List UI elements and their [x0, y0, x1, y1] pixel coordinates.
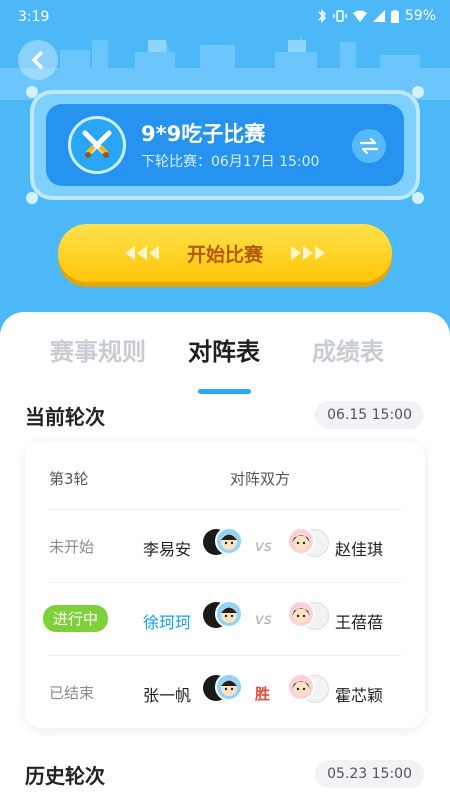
player1-avatar	[203, 527, 243, 557]
signal-icon	[372, 10, 385, 22]
match-result: vs	[255, 537, 272, 555]
player2-name: 王蓓蓓	[335, 613, 384, 632]
match-row[interactable]: 未开始 李易安 vs 赵佳琪	[49, 509, 401, 582]
history-round-title: 历史轮次	[25, 764, 105, 788]
player1-avatar	[203, 600, 243, 630]
status-icons: 59%	[317, 8, 436, 24]
vibrate-icon	[333, 10, 347, 22]
player2-name: 赵佳琪	[335, 540, 384, 559]
battery-level: 59%	[404, 8, 436, 24]
header-banner: 3:19 59% 9*9吃子比赛 下轮比赛：06月17日 15:00 开始比赛	[0, 0, 450, 335]
start-match-label: 开始比赛	[186, 243, 263, 266]
swap-arrows-icon	[359, 137, 379, 155]
match-row[interactable]: 进行中 徐珂珂 vs 王蓓蓓	[43, 582, 401, 655]
game-info-panel: 9*9吃子比赛 下轮比赛：06月17日 15:00	[46, 104, 404, 186]
switch-game-button[interactable]	[352, 129, 386, 163]
history-round-date: 05.23 15:00	[315, 760, 424, 788]
player1-name: 张一帆	[143, 686, 192, 705]
tab-bracket[interactable]: 对阵表	[188, 332, 260, 367]
tab-rules[interactable]: 赛事规则	[50, 332, 146, 367]
match-row[interactable]: 已结束 张一帆 胜 霍芯颖	[49, 655, 401, 728]
player2-name: 霍芯颖	[335, 686, 384, 705]
match-status-live-badge: 进行中	[43, 605, 109, 632]
back-button[interactable]	[18, 40, 58, 80]
current-round-date: 06.15 15:00	[315, 401, 424, 429]
card-corner-rivet	[26, 86, 38, 98]
pairs-header: 对阵双方	[230, 470, 291, 488]
left-arrows-icon	[124, 246, 159, 260]
status-time: 3:19	[18, 9, 50, 25]
crossed-swords-icon	[68, 116, 126, 174]
active-tab-indicator	[198, 389, 251, 394]
status-bar: 3:19 59%	[0, 0, 450, 34]
player1-avatar	[203, 673, 243, 703]
start-match-button[interactable]: 开始比赛	[58, 224, 392, 282]
battery-icon	[390, 9, 399, 23]
chevron-left-icon	[32, 51, 43, 69]
card-corner-rivet	[412, 86, 424, 98]
next-round-time: 下轮比赛：06月17日 15:00	[141, 154, 320, 170]
round-label: 第3轮	[49, 470, 89, 488]
tab-results[interactable]: 成绩表	[312, 332, 384, 367]
match-result: vs	[255, 610, 272, 628]
right-arrows-icon	[291, 246, 325, 260]
current-round-title: 当前轮次	[25, 405, 105, 429]
tab-bar: 赛事规则 对阵表 成绩表	[0, 332, 450, 394]
player2-avatar	[287, 673, 329, 703]
match-status: 未开始	[49, 538, 95, 556]
player2-avatar	[287, 527, 329, 557]
player1-name: 李易安	[143, 540, 192, 559]
bluetooth-icon	[318, 9, 326, 23]
card-corner-rivet	[412, 192, 424, 204]
card-corner-rivet	[26, 192, 38, 204]
current-round-card: 第3轮 对阵双方 未开始 李易安 vs 赵佳琪 进行中 徐珂珂 vs 王蓓蓓 已…	[25, 442, 425, 728]
game-title: 9*9吃子比赛	[141, 122, 266, 146]
game-info-card: 9*9吃子比赛 下轮比赛：06月17日 15:00	[26, 86, 424, 204]
match-result-win: 胜	[255, 685, 271, 703]
wifi-icon	[352, 10, 367, 22]
player1-name: 徐珂珂	[143, 613, 192, 632]
player2-avatar	[287, 600, 329, 630]
match-status: 已结束	[49, 684, 95, 702]
